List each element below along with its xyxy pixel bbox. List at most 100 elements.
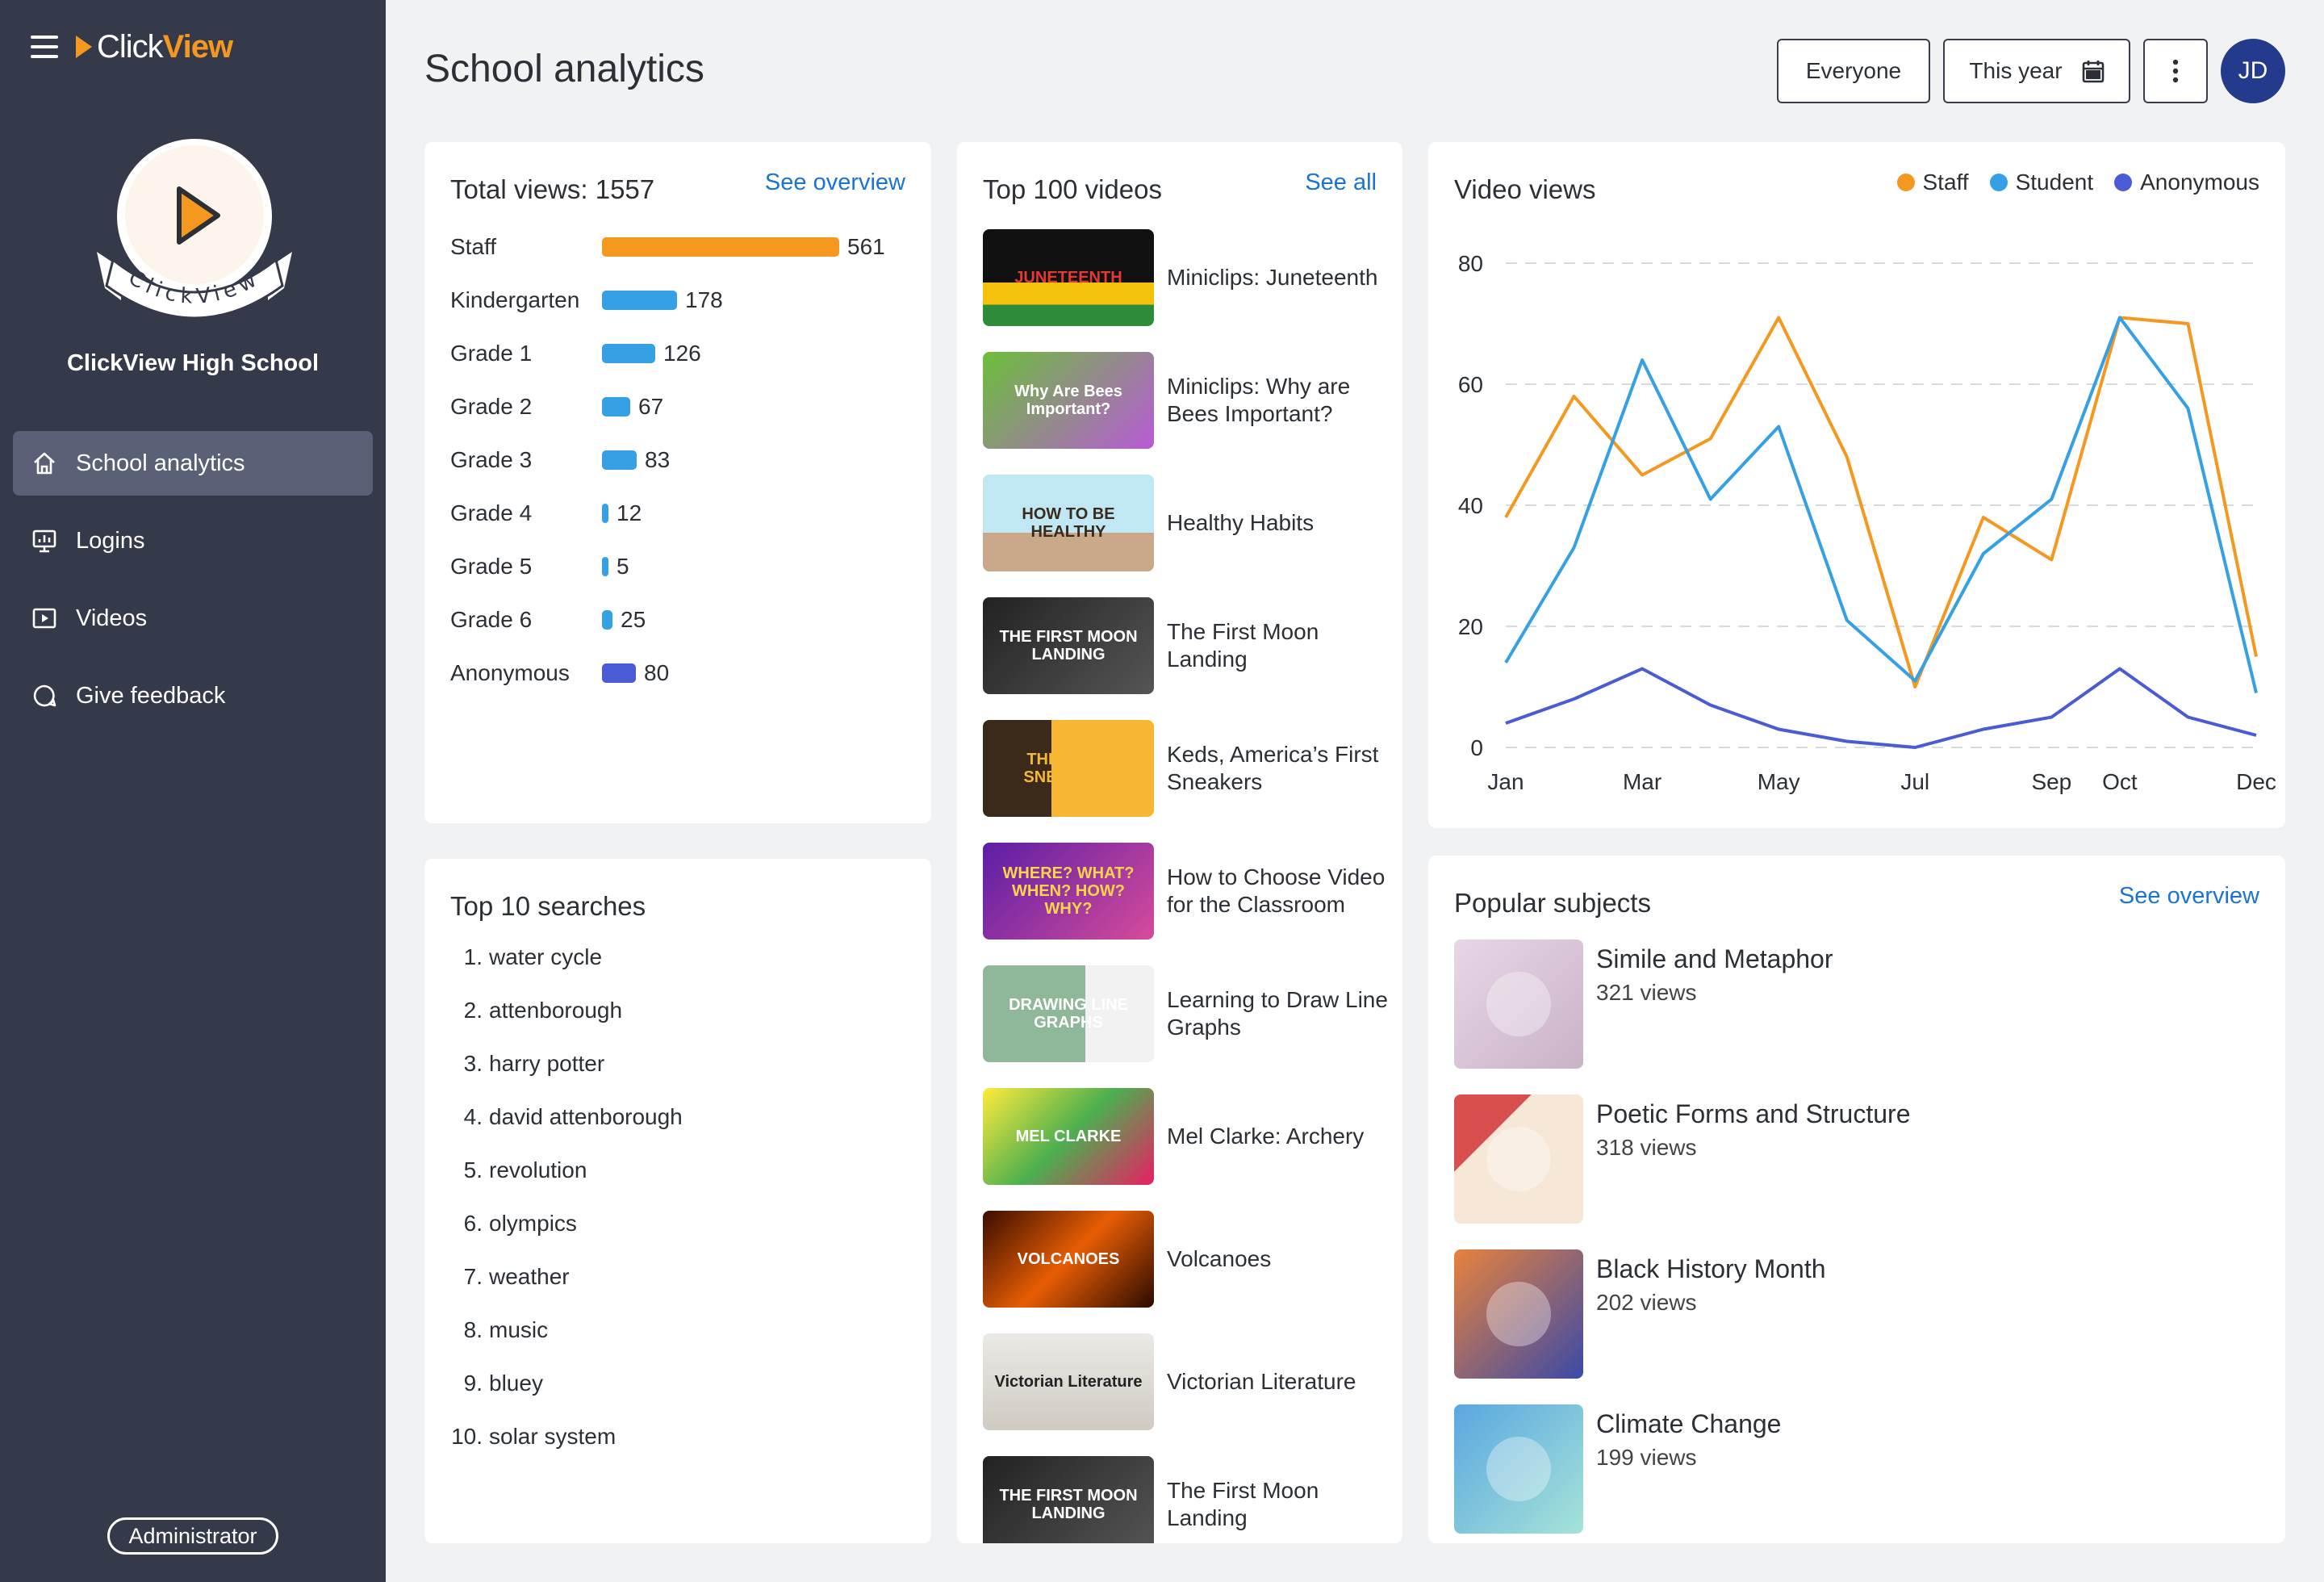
video-title[interactable]: Miniclips: Juneteenth	[1167, 229, 1393, 326]
more-options-button[interactable]	[2143, 39, 2208, 103]
views-bar	[602, 610, 612, 630]
top-video-item[interactable]: THE FIRST MOON LANDING The First Moon Lan…	[983, 597, 1386, 694]
video-thumbnail[interactable]: THE FIRST MOON LANDING	[983, 1456, 1154, 1543]
video-title[interactable]: Keds, America’s First Sneakers	[1167, 720, 1393, 817]
sidebar-item-videos[interactable]: Videos	[13, 586, 373, 651]
video-thumbnail[interactable]: THE FIRST MOON LANDING	[983, 597, 1154, 694]
clickview-logo[interactable]: Click View	[76, 27, 233, 66]
views-bar-row: Grade 4 12	[450, 497, 642, 529]
sidebar-item-give-feedback[interactable]: Give feedback	[13, 663, 373, 728]
search-term: music	[489, 1317, 549, 1342]
home-icon	[31, 450, 58, 477]
subject-name[interactable]: Climate Change	[1596, 1409, 1781, 1439]
views-bar-label: Grade 3	[450, 447, 533, 472]
video-title[interactable]: Learning to Draw Line Graphs	[1167, 965, 1393, 1062]
video-thumbnail[interactable]: HOW TO BE HEALTHY	[983, 475, 1154, 571]
video-title[interactable]: The First Moon Landing	[1167, 597, 1393, 694]
y-tick-label: 60	[1458, 372, 1483, 397]
popular-subject-item[interactable]: Poetic Forms and Structure 318 views	[1454, 1094, 2261, 1224]
search-rank: 6.	[463, 1211, 483, 1236]
search-rank: 7.	[463, 1264, 483, 1289]
top-videos-see-all-link[interactable]: See all	[1305, 170, 1377, 196]
sidebar-item-label: School analytics	[76, 450, 245, 476]
views-bar-label: Kindergarten	[450, 287, 580, 312]
top-video-item[interactable]: DRAWING LINE GRAPHS Learning to Draw Line…	[983, 965, 1388, 1062]
views-bar	[602, 504, 608, 523]
views-bar-label: Anonymous	[450, 660, 570, 685]
search-list-item[interactable]: 2. attenborough	[444, 998, 622, 1023]
subject-thumbnail[interactable]	[1454, 1404, 1583, 1534]
total-views-see-overview-link[interactable]: See overview	[765, 170, 905, 196]
search-term: water cycle	[489, 944, 603, 969]
subject-name[interactable]: Black History Month	[1596, 1254, 1826, 1284]
views-bar-row: Kindergarten 178	[450, 284, 723, 316]
search-list-item[interactable]: 4. david attenborough	[444, 1104, 683, 1130]
video-thumbnail[interactable]: VOLCANOES	[983, 1211, 1154, 1308]
popular-subject-item[interactable]: Climate Change 199 views	[1454, 1404, 2261, 1534]
video-thumbnail[interactable]: WHERE? WHAT? WHEN? HOW? WHY?	[983, 843, 1154, 940]
subject-views: 199 views	[1596, 1445, 1697, 1470]
menu-icon[interactable]	[31, 36, 58, 58]
period-filter-button[interactable]: This year	[1943, 39, 2130, 103]
popular-subject-item[interactable]: Simile and Metaphor 321 views	[1454, 940, 2261, 1069]
search-list-item[interactable]: 3. harry potter	[444, 1051, 605, 1077]
search-rank: 1.	[463, 944, 483, 969]
video-title[interactable]: Healthy Habits	[1167, 475, 1393, 571]
top-video-item[interactable]: HOW TO BE HEALTHY Healthy Habits	[983, 475, 1386, 571]
views-bar	[602, 450, 637, 470]
subject-thumbnail[interactable]	[1454, 1249, 1583, 1379]
y-tick-label: 0	[1470, 735, 1483, 760]
search-list-item[interactable]: 6. olympics	[444, 1211, 577, 1237]
search-list-item[interactable]: 8. music	[444, 1317, 548, 1343]
video-thumbnail[interactable]: MEL CLARKE	[983, 1088, 1154, 1185]
sidebar-item-logins[interactable]: Logins	[13, 508, 373, 573]
search-term: attenborough	[489, 998, 623, 1023]
video-thumbnail[interactable]: DRAWING LINE GRAPHS	[983, 965, 1154, 1062]
video-title[interactable]: Victorian Literature	[1167, 1333, 1393, 1430]
subject-thumbnail[interactable]	[1454, 940, 1583, 1069]
page-title: School analytics	[424, 48, 704, 90]
subject-thumbnail[interactable]	[1454, 1094, 1583, 1224]
subject-views: 202 views	[1596, 1290, 1697, 1315]
top-video-item[interactable]: VOLCANOES Volcanoes	[983, 1211, 1386, 1308]
video-thumbnail[interactable]: JUNETEENTH	[983, 229, 1154, 326]
subject-name[interactable]: Simile and Metaphor	[1596, 944, 1833, 974]
video-title[interactable]: Miniclips: Why are Bees Important?	[1167, 352, 1393, 449]
calendar-icon	[2082, 59, 2105, 83]
top-searches-title: Top 10 searches	[450, 891, 646, 921]
thumbnail-caption: THE FIRST SNEAKERS	[1023, 751, 1114, 786]
popular-subject-item[interactable]: Black History Month 202 views	[1454, 1249, 2261, 1379]
video-title[interactable]: How to Choose Video for the Classroom	[1167, 843, 1393, 940]
video-title[interactable]: Volcanoes	[1167, 1211, 1393, 1308]
user-avatar[interactable]: JD	[2221, 39, 2285, 103]
subject-name[interactable]: Poetic Forms and Structure	[1596, 1099, 1910, 1129]
search-list-item[interactable]: 10. solar system	[444, 1424, 616, 1450]
top-video-item[interactable]: MEL CLARKE Mel Clarke: Archery	[983, 1088, 1386, 1185]
views-bar	[602, 344, 655, 363]
search-list-item[interactable]: 5. revolution	[444, 1157, 587, 1183]
views-bar	[602, 557, 608, 576]
sidebar-item-school-analytics[interactable]: School analytics	[13, 431, 373, 496]
top-video-item[interactable]: JUNETEENTH Miniclips: Juneteenth	[983, 229, 1386, 326]
search-list-item[interactable]: 9. bluey	[444, 1371, 543, 1396]
top-videos-card: Top 100 videos See all JUNETEENTH Minicli…	[957, 142, 1402, 1543]
popular-subjects-see-overview-link[interactable]: See overview	[2119, 883, 2259, 910]
video-thumbnail[interactable]: Victorian Literature	[983, 1333, 1154, 1430]
video-title[interactable]: Mel Clarke: Archery	[1167, 1088, 1393, 1185]
video-thumbnail[interactable]: Why Are Bees Important?	[983, 352, 1154, 449]
sidebar: Click View ClickView ClickView High Schoo…	[0, 0, 386, 1582]
top-video-item[interactable]: Why Are Bees Important? Miniclips: Why ar…	[983, 352, 1386, 449]
video-thumbnail[interactable]: THE FIRST SNEAKERS	[983, 720, 1154, 817]
top-video-item[interactable]: THE FIRST MOON LANDING The First Moon Lan…	[983, 1456, 1386, 1543]
top-video-item[interactable]: WHERE? WHAT? WHEN? HOW? WHY? How to Choos…	[983, 843, 1386, 940]
logo-play-icon	[76, 36, 92, 58]
audience-filter-button[interactable]: Everyone	[1777, 39, 1930, 103]
views-bar-value: 178	[685, 287, 723, 312]
top-video-item[interactable]: Victorian Literature Victorian Literature	[983, 1333, 1386, 1430]
search-list-item[interactable]: 7. weather	[444, 1264, 570, 1290]
top-video-item[interactable]: THE FIRST SNEAKERS Keds, America’s First …	[983, 720, 1386, 817]
video-title[interactable]: The First Moon Landing	[1167, 1456, 1393, 1543]
search-list-item[interactable]: 1. water cycle	[444, 944, 602, 970]
x-tick-label: Sep	[2031, 769, 2071, 794]
search-term: olympics	[489, 1211, 577, 1236]
